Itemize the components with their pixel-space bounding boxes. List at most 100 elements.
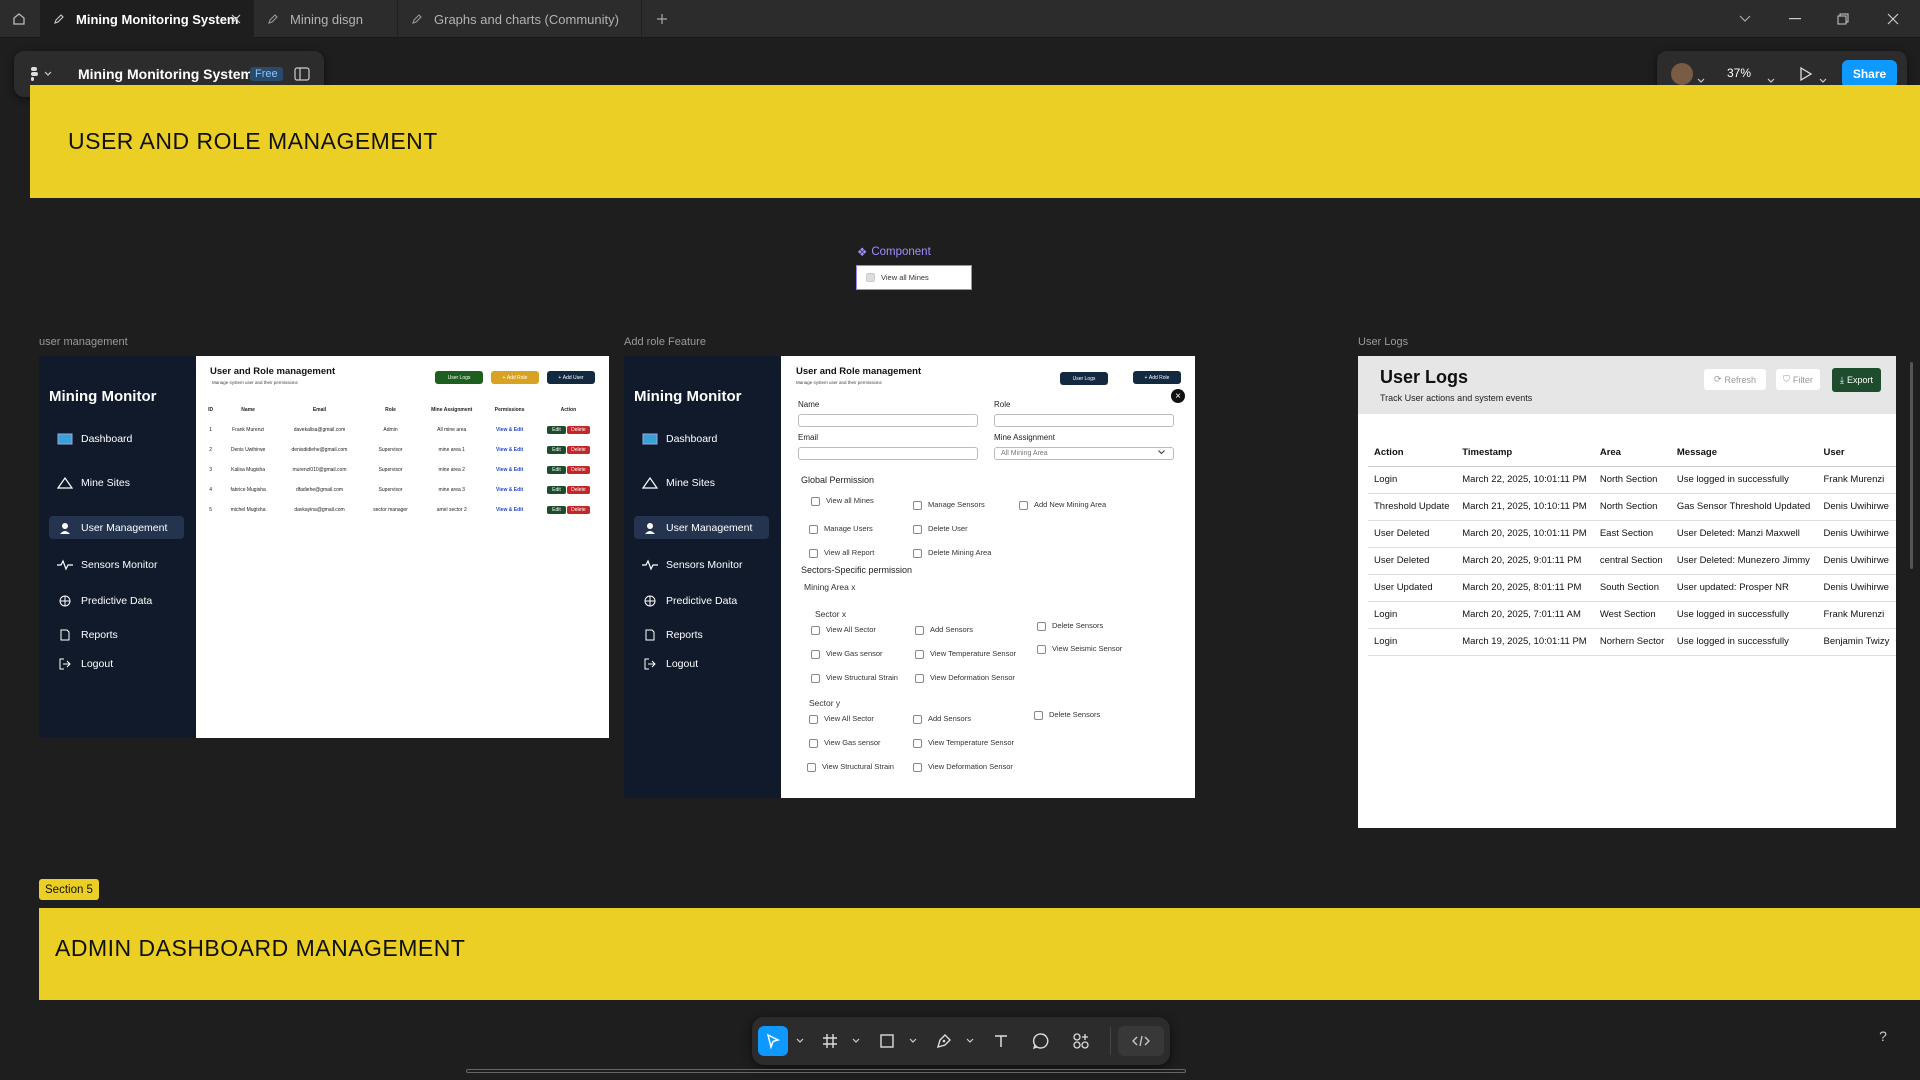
sidebar-item-sensors-monitor[interactable]: Sensors Monitor [642, 558, 742, 572]
help-icon[interactable]: ? [1873, 1026, 1893, 1046]
close-tab-icon[interactable] [231, 12, 241, 27]
sidebar-item-dashboard[interactable]: Dashboard [642, 432, 717, 446]
move-tool-icon[interactable] [758, 1026, 788, 1056]
cell-permissions-link[interactable]: View & Edit [485, 460, 535, 480]
checkbox[interactable] [1019, 500, 1028, 510]
cell-permissions-link[interactable]: View & Edit [485, 480, 535, 500]
checkbox[interactable] [913, 500, 922, 510]
frame-label-user-management[interactable]: user management [39, 336, 128, 348]
chevron-down-icon[interactable] [966, 1037, 974, 1045]
sidebar-item-reports[interactable]: Reports [57, 628, 118, 642]
chevron-down-icon[interactable] [909, 1037, 917, 1045]
sy-view-temperature-sensor[interactable]: View Temperature Sensor [913, 738, 1014, 748]
present-play-icon[interactable] [1799, 66, 1813, 87]
checkbox[interactable] [913, 762, 922, 772]
refresh-button[interactable]: ⟳ Refresh [1704, 369, 1766, 390]
sy-delete-sensors[interactable]: Delete Sensors [1034, 710, 1100, 720]
horizontal-scrollbar[interactable] [466, 1069, 1186, 1073]
delete-button[interactable]: Delete [567, 446, 590, 454]
checkbox[interactable] [809, 524, 818, 534]
checkbox[interactable] [809, 714, 818, 724]
minimize-icon[interactable] [1772, 0, 1818, 38]
delete-button[interactable]: Delete [567, 466, 590, 474]
checkbox[interactable] [866, 273, 875, 282]
comment-tool-icon[interactable] [1026, 1026, 1056, 1056]
dev-mode-toggle-icon[interactable] [1118, 1026, 1164, 1056]
add-role-button[interactable]: + Add Role [1133, 371, 1181, 384]
perm-delete-mining-area[interactable]: Delete Mining Area [913, 548, 991, 558]
export-button[interactable]: ⤓ Export [1832, 368, 1881, 392]
close-window-icon[interactable] [1870, 0, 1916, 38]
frame-label-add-role[interactable]: Add role Feature [624, 336, 706, 348]
delete-button[interactable]: Delete [567, 506, 590, 514]
user-logs-button[interactable]: User Logs [1060, 372, 1108, 385]
checkbox[interactable] [913, 714, 922, 724]
sy-view-structural-strain[interactable]: View Structural Strain [807, 762, 894, 772]
text-tool-icon[interactable] [986, 1026, 1016, 1056]
sx-view-gas-sensor[interactable]: View Gas sensor [811, 649, 883, 659]
sx-view-deformation-sensor[interactable]: View Deformation Sensor [915, 673, 1015, 683]
edit-button[interactable]: Edit [547, 426, 566, 434]
checkbox[interactable] [811, 673, 820, 683]
sx-view-temperature-sensor[interactable]: View Temperature Sensor [915, 649, 1016, 659]
sidebar-item-predictive-data[interactable]: Predictive Data [642, 594, 737, 608]
edit-button[interactable]: Edit [547, 486, 566, 494]
sy-view-all-sector[interactable]: View All Sector [809, 714, 874, 724]
cell-permissions-link[interactable]: View & Edit [485, 500, 535, 520]
sidebar-item-mine-sites[interactable]: Mine Sites [57, 476, 130, 490]
rectangle-tool-icon[interactable] [872, 1026, 902, 1056]
home-icon[interactable] [0, 0, 38, 38]
chevron-down-icon[interactable] [796, 1037, 804, 1045]
sidebar-item-reports[interactable]: Reports [642, 628, 703, 642]
sx-view-seismic-sensor[interactable]: View Seismic Sensor [1037, 644, 1122, 654]
sx-add-sensors[interactable]: Add Sensors [915, 625, 973, 635]
component-label[interactable]: ❖ Component [857, 245, 931, 259]
component-view-all-mines[interactable]: View all Mines [856, 265, 972, 290]
checkbox[interactable] [915, 625, 924, 635]
vertical-scrollbar[interactable] [1910, 362, 1913, 569]
role-input[interactable] [994, 414, 1174, 427]
sidebar-item-dashboard[interactable]: Dashboard [57, 432, 132, 446]
cell-permissions-link[interactable]: View & Edit [485, 420, 535, 440]
edit-button[interactable]: Edit [547, 506, 566, 514]
new-tab-plus-icon[interactable] [645, 0, 679, 38]
section-badge[interactable]: Section 5 [39, 879, 99, 900]
sx-delete-sensors[interactable]: Delete Sensors [1037, 621, 1103, 631]
restore-icon[interactable] [1820, 0, 1866, 38]
checkbox[interactable] [807, 762, 816, 772]
actions-tool-icon[interactable] [1066, 1026, 1096, 1056]
perm-delete-user[interactable]: Delete User [913, 524, 968, 534]
sidebar-item-logout[interactable]: Logout [57, 657, 113, 671]
frame-tool-icon[interactable] [815, 1026, 845, 1056]
tab-mining-monitoring-system[interactable]: Mining Monitoring System [40, 0, 254, 38]
email-input[interactable] [798, 447, 978, 460]
file-title[interactable]: Mining Monitoring System [78, 66, 253, 82]
perm-view-all-report[interactable]: View all Report [809, 548, 874, 558]
checkbox[interactable] [913, 524, 922, 534]
zoom-level[interactable]: 37% [1727, 66, 1751, 80]
checkbox[interactable] [811, 649, 820, 659]
sy-view-gas-sensor[interactable]: View Gas sensor [809, 738, 881, 748]
pen-tool-icon[interactable] [929, 1026, 959, 1056]
checkbox[interactable] [915, 649, 924, 659]
checkbox[interactable] [1037, 644, 1046, 654]
checkbox[interactable] [1034, 710, 1043, 720]
close-icon[interactable]: × [1171, 389, 1185, 403]
mine-assignment-select[interactable]: All Mining Area [994, 447, 1174, 460]
checkbox[interactable] [913, 548, 922, 558]
sx-view-structural-strain[interactable]: View Structural Strain [811, 673, 898, 683]
tab-graphs-and-charts[interactable]: Graphs and charts (Community) [398, 0, 642, 38]
sidebar-item-logout[interactable]: Logout [642, 657, 698, 671]
cell-permissions-link[interactable]: View & Edit [485, 440, 535, 460]
tab-mining-disgn[interactable]: Mining disgn [254, 0, 398, 38]
sidebar-item-sensors-monitor[interactable]: Sensors Monitor [57, 558, 157, 572]
sy-add-sensors[interactable]: Add Sensors [913, 714, 971, 724]
checkbox[interactable] [811, 496, 820, 506]
add-role-button[interactable]: + Add Role [491, 371, 539, 384]
sidebar-item-user-management[interactable]: User Management [49, 516, 184, 539]
sidebar-item-predictive-data[interactable]: Predictive Data [57, 594, 152, 608]
checkbox[interactable] [811, 625, 820, 635]
perm-manage-sensors[interactable]: Manage Sensors [913, 500, 985, 510]
delete-button[interactable]: Delete [567, 426, 590, 434]
figma-menu-icon[interactable] [30, 66, 54, 87]
